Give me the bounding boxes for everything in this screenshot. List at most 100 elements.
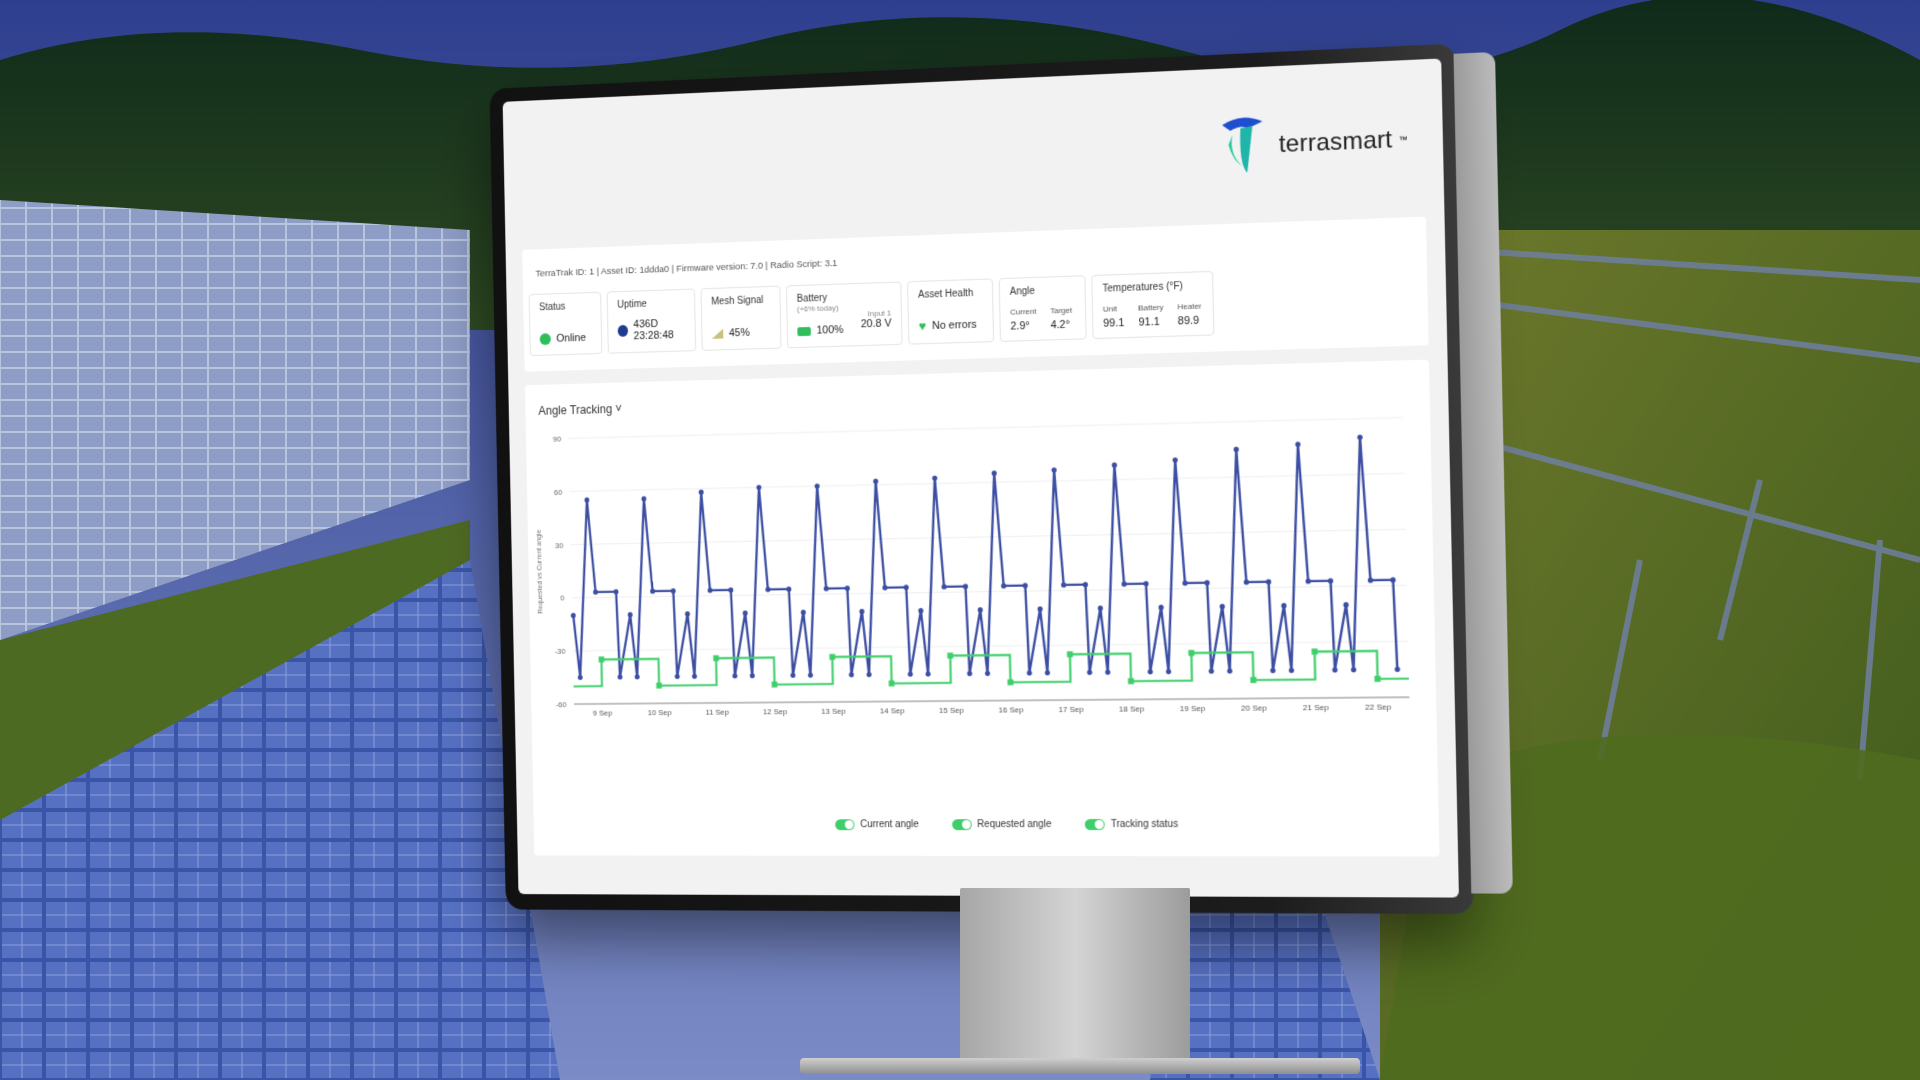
temp-battery-label: Battery (1138, 302, 1164, 313)
uptime-clock-icon (617, 324, 628, 337)
temp-heater-label: Heater (1177, 301, 1202, 312)
current-angle-point (641, 496, 647, 502)
current-angle-point (1082, 581, 1089, 588)
angle-current-value: 2.9° (1010, 320, 1030, 333)
stat-status-title: Status (538, 301, 566, 314)
current-angle-point (1143, 581, 1149, 587)
current-angle-point (848, 672, 854, 678)
current-angle-point (1182, 580, 1188, 586)
current-angle-point (859, 608, 865, 615)
current-angle-point (918, 608, 924, 614)
legend-toggle-requested[interactable] (951, 819, 972, 831)
current-angle-point (1044, 670, 1051, 676)
current-angle-point (1227, 668, 1233, 674)
signal-strength-icon (711, 328, 724, 339)
angle-target-label: Target (1050, 305, 1073, 316)
current-angle-point (1390, 577, 1396, 583)
tracking-status-marker (888, 680, 895, 687)
legend-requested-angle[interactable]: Requested angle (951, 819, 1052, 831)
current-angle-point (1394, 666, 1401, 673)
tracking-status-marker (1311, 648, 1318, 655)
current-angle-point (1208, 668, 1215, 674)
current-angle-point (1305, 578, 1311, 584)
current-angle-point (1204, 580, 1210, 586)
stat-angle: Angle Current 2.9° Target 4.2° (998, 275, 1087, 342)
current-angle-point (1295, 441, 1301, 447)
current-angle-point (1281, 602, 1287, 609)
current-angle-point (650, 588, 656, 594)
current-angle-point (786, 586, 792, 592)
grid-line (569, 418, 1404, 439)
x-tick-label: 12 Sep (763, 707, 788, 716)
current-angle-point (1061, 582, 1067, 588)
current-angle-point (882, 585, 888, 591)
grid-line (571, 529, 1406, 544)
current-angle-point (593, 589, 599, 595)
x-tick-label: 11 Sep (705, 708, 729, 717)
y-tick-label: -30 (555, 647, 567, 656)
angle-current-label: Current (1010, 306, 1037, 317)
tracking-status-marker (771, 681, 778, 688)
x-tick-label: 14 Sep (880, 706, 905, 715)
x-tick-label: 9 Sep (593, 708, 613, 717)
y-tick-label: 30 (555, 541, 564, 550)
current-angle-point (925, 671, 931, 677)
current-angle-point (613, 589, 619, 595)
current-angle-point (1165, 668, 1172, 675)
legend-current-angle[interactable]: Current angle (835, 819, 919, 831)
current-angle-point (570, 612, 576, 619)
y-tick-label: 90 (553, 434, 562, 443)
chart-selector-dropdown[interactable]: Angle Tracking ˅ (538, 402, 622, 418)
current-angle-point (807, 672, 813, 678)
legend-label-tracking: Tracking status (1110, 818, 1179, 831)
stat-mesh-signal: Mesh Signal 45% (700, 285, 782, 351)
logo-wordmark: terrasmart (1278, 126, 1393, 159)
x-tick-label: 17 Sep (1058, 705, 1084, 714)
current-angle-point (1158, 604, 1164, 611)
grid-line (570, 473, 1405, 491)
current-angle-point (1111, 462, 1118, 468)
y-tick-label: -60 (556, 700, 568, 709)
tracking-status-marker (598, 656, 605, 663)
current-angle-point (698, 489, 704, 495)
current-angle-point (1037, 606, 1043, 612)
current-angle-point (1233, 446, 1239, 453)
current-angle-point (790, 672, 796, 678)
monitor-stand-neck (960, 888, 1190, 1063)
stat-status: Status Online (528, 291, 603, 357)
current-angle-point (1219, 603, 1225, 610)
legend-tracking-status[interactable]: Tracking status (1084, 818, 1179, 831)
x-tick-label: 13 Sep (821, 707, 846, 716)
x-tick-label: 20 Sep (1241, 703, 1267, 713)
current-angle-point (1001, 583, 1007, 589)
temp-unit-value: 99.1 (1103, 317, 1125, 330)
stat-uptime-value: 436D 23:28:48 (633, 318, 674, 343)
tracking-status-marker (1250, 676, 1257, 684)
monitor-stand-base (800, 1058, 1360, 1074)
tracking-status-marker (1188, 649, 1195, 657)
stat-uptime: Uptime 436D 23:28:48 (606, 288, 697, 354)
current-angle-point (634, 674, 640, 680)
terrasmart-logo-icon (1221, 116, 1263, 173)
current-angle-point (1270, 667, 1276, 674)
asset-info-card: TerraTrak ID: 1 | Asset ID: 1ddda0 | Fir… (522, 216, 1429, 372)
series-current-angle-line (570, 436, 1397, 677)
legend-label-requested: Requested angle (977, 819, 1052, 831)
y-tick-label: 60 (554, 488, 563, 497)
stat-uptime-title: Uptime (617, 298, 647, 311)
current-angle-point (814, 483, 820, 489)
tracking-status-marker (713, 655, 719, 662)
chart-legend: Current angle Requested angle Tracking s… (835, 818, 1179, 831)
terrasmart-logo: terrasmart ™ (1217, 107, 1408, 180)
current-angle-point (627, 612, 633, 618)
current-angle-point (684, 611, 690, 617)
legend-toggle-tracking[interactable] (1084, 819, 1105, 831)
current-angle-point (844, 585, 850, 591)
legend-label-current: Current angle (860, 819, 919, 831)
legend-toggle-current[interactable] (835, 819, 855, 831)
stat-asset-health: Asset Health ♥ No errors (907, 278, 995, 345)
current-angle-point (1121, 581, 1127, 587)
tracking-status-marker (1066, 650, 1073, 658)
tracking-status-marker (656, 682, 662, 689)
tracking-status-marker (829, 653, 836, 660)
